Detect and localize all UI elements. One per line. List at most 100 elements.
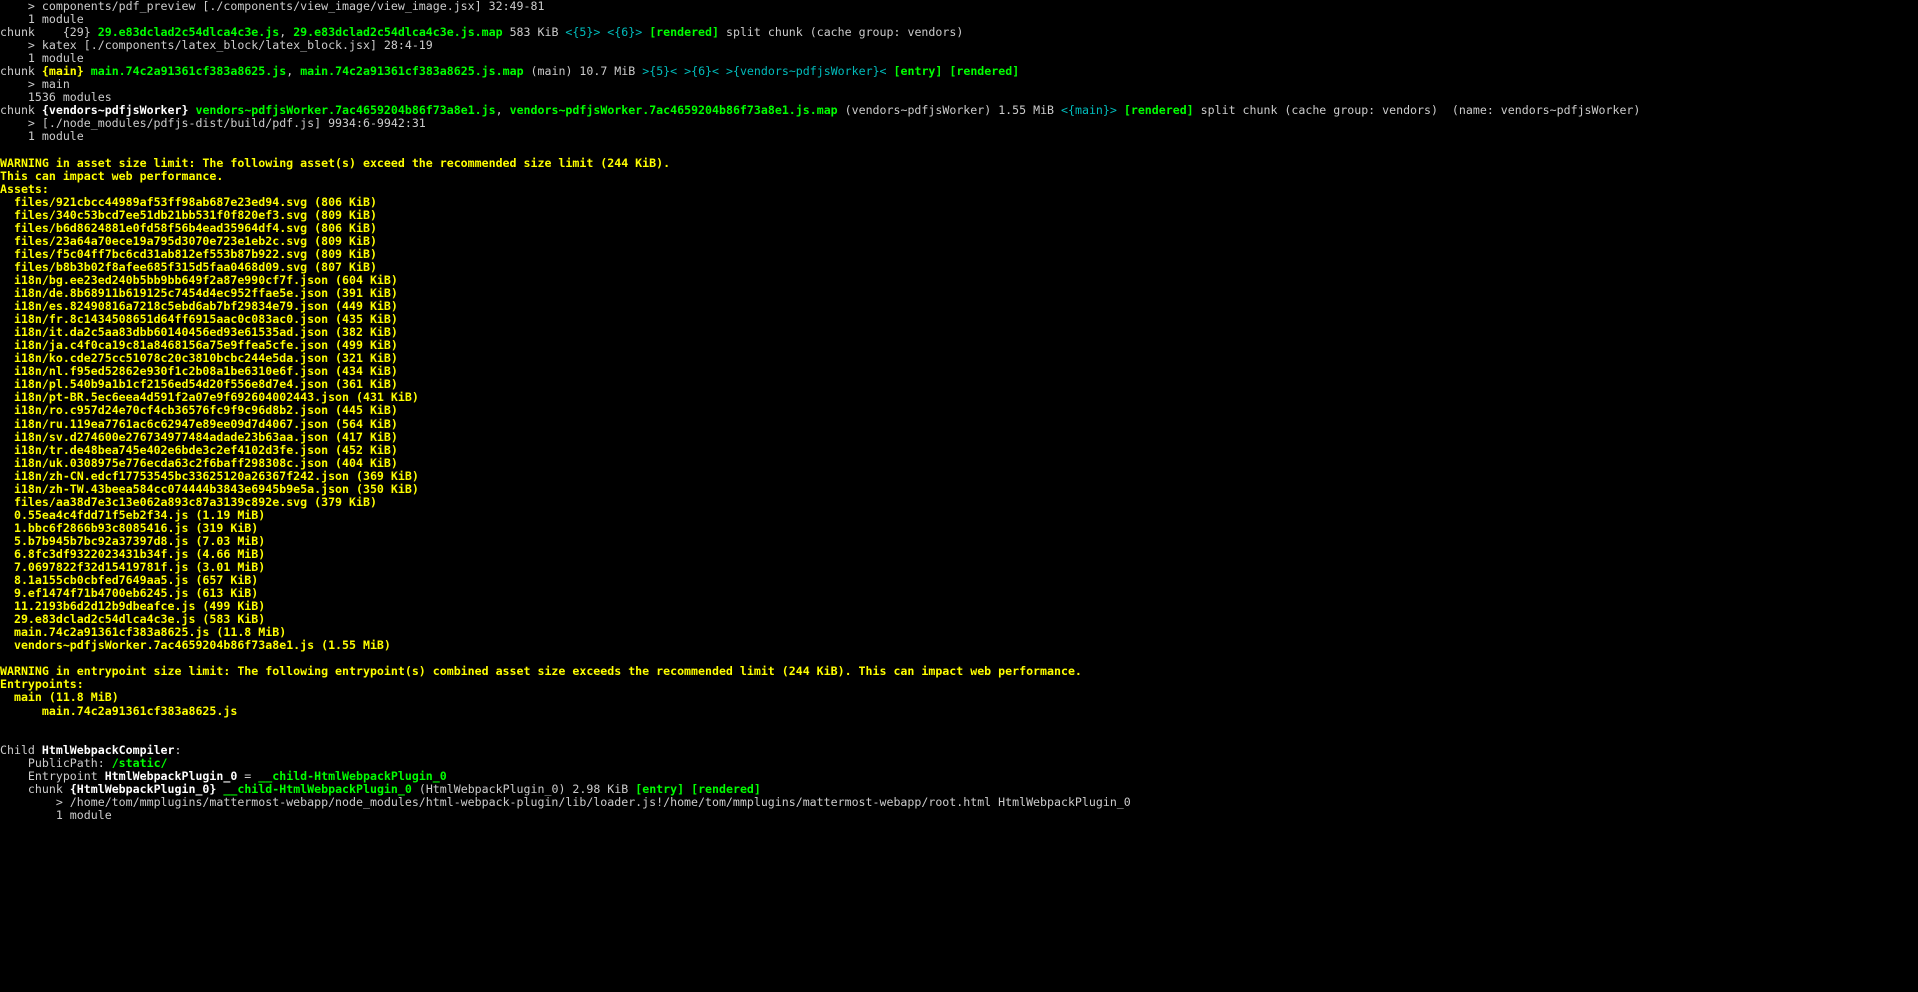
terminal-text-segment: {29} [34,25,98,40]
terminal-text-segment: chunk [0,103,42,118]
terminal-text-segment: >{5}< >{6}< >{vendors~pdfjsWorker}< [642,64,887,79]
terminal-text-segment: i18n/nl.f95ed52862e930f1c2b08a1be6310e6f… [13,364,398,379]
terminal-text-segment: (HtmlWebpackPlugin_0) 2.98 KiB [411,781,636,796]
terminal-text-segment: <{main}> [1061,103,1117,118]
terminal-text-segment: i18n/uk.0308975e776ecda63c2f6baff298308c… [13,455,398,470]
terminal-text-segment: files/b8b3b02f8afee685f315d5faa0468d09.s… [13,259,377,274]
terminal-text-segment: (vendors~pdfjsWorker) 1.55 MiB [837,103,1062,118]
terminal-text-segment: main.74c2a91361cf383a8625.js [90,64,287,79]
terminal-line: 0.55ea4c4fdd71f5eb2f34.js (1.19 MiB) [0,507,1918,522]
terminal-text-segment: chunk [27,781,70,796]
terminal-line: Child HtmlWebpackCompiler: [0,742,1918,757]
terminal-line: > /home/tom/mmplugins/mattermost-webapp/… [0,795,1918,809]
terminal-text-segment: 11.2193b6d2d12b9dbeafce.js (499 KiB) [13,599,266,614]
terminal-text-segment: > components/pdf_preview [./components/v… [27,0,545,13]
terminal-line: chunk {main} main.74c2a91361cf383a8625.j… [0,65,1918,78]
terminal-line: Entrypoints: [0,678,1918,691]
terminal-text-segment: files/921cbcc44989af53ff98ab687e23ed94.s… [13,194,377,209]
terminal-text-segment: HtmlWebpackPlugin_0 [104,768,238,783]
terminal-text-segment: i18n/zh-TW.43beea584cc074444b3843e6945b9… [13,481,419,496]
terminal-line: 5.b7b945b7bc92a37397d8.js (7.03 MiB) [0,534,1918,548]
terminal-line: 7.0697822f32d15419781f.js (3.01 MiB) [0,560,1918,575]
terminal-text-segment: Entrypoint [27,768,105,783]
terminal-text-segment: WARNING in asset size limit: The followi… [0,155,671,170]
terminal-text-segment: main.74c2a91361cf383a8625.js (11.8 MiB) [13,625,287,640]
terminal-text-segment: 9.ef1474f71b4700eb6245.js (613 KiB) [13,586,259,601]
terminal-text-segment: , [279,25,294,40]
terminal-text-segment: 1 module [55,807,112,822]
terminal-text-segment: > [./node_modules/pdfjs-dist/build/pdf.j… [27,116,426,131]
terminal-line: 6.8fc3df9322023431b34f.js (4.66 MiB) [0,546,1918,561]
terminal-text-segment: Child [0,742,42,757]
terminal-text-segment: files/b6d8624881e0fd58f56b4ead35964df4.s… [13,220,377,235]
terminal-text-segment: [rendered] [691,781,761,796]
terminal-text-segment: i18n/pl.540b9a1b1cf2156ed54d20f556e8d7e4… [13,377,398,392]
terminal-text-segment: main (11.8 MiB) [13,690,119,705]
terminal-text-segment: [entry] [635,781,685,796]
terminal-text-segment: , [495,103,510,118]
terminal-text-segment: WARNING in entrypoint size limit: The fo… [0,664,1082,679]
terminal-text-segment: 1 module [27,51,84,66]
terminal-text-segment: This can impact web performance. [0,168,224,183]
terminal-text-segment: /static/ [111,755,168,770]
terminal-text-segment: HtmlWebpackCompiler [41,742,175,757]
terminal-text-segment: files/f5c04ff7bc6cd31ab812ef553b87b922.s… [13,246,377,261]
terminal-window[interactable]: > components/pdf_preview [./components/v… [0,0,1918,992]
terminal-text-segment: [entry] [893,64,943,79]
terminal-text-segment: 1536 modules [27,90,112,105]
terminal-text-segment: i18n/fr.8c1434508651d64ff6915aac0c083ac0… [13,312,398,327]
terminal-line: files/aa38d7e3c13e062a893c87a3139c892e.s… [0,495,1918,509]
terminal-text-segment: main.74c2a91361cf383a8625.js [41,703,238,718]
terminal-text-segment: i18n/ro.c957d24e70cf4cb36576fc9f9c96d8b2… [13,403,398,418]
terminal-text-segment: 1 module [27,129,84,144]
terminal-scrollbar[interactable] [1914,0,1918,992]
terminal-line: main.74c2a91361cf383a8625.js [0,703,1918,718]
terminal-line: 1 module [0,807,1918,822]
terminal-text-segment: vendors~pdfjsWorker.7ac4659204b86f73a8e1… [509,103,838,118]
terminal-text-segment: [rendered] [1123,103,1194,118]
terminal-text-segment: 6.8fc3df9322023431b34f.js (4.66 MiB) [13,546,266,561]
terminal-text-segment: 0.55ea4c4fdd71f5eb2f34.js (1.19 MiB) [13,507,266,522]
terminal-text-segment: {vendors~pdfjsWorker} [41,103,189,118]
terminal-text-segment: [rendered] [949,64,1020,79]
terminal-text-segment: <{5}> <{6}> [565,25,643,40]
terminal-text-segment: 7.0697822f32d15419781f.js (3.01 MiB) [13,560,266,575]
terminal-line: WARNING in entrypoint size limit: The fo… [0,665,1918,678]
terminal-text-segment: main.74c2a91361cf383a8625.js.map [300,64,524,79]
terminal-line: vendors~pdfjsWorker.7ac4659204b86f73a8e1… [0,639,1918,652]
terminal-text-segment: 29.e83dclad2c54dlca4c3e.js (583 KiB) [13,612,266,627]
terminal-text-segment: vendors~pdfjsWorker.7ac4659204b86f73a8e1… [13,638,391,653]
terminal-text-segment: 8.1a155cb0cbfed7649aa5.js (657 KiB) [13,573,259,588]
terminal-text-segment: {main} [41,64,84,79]
terminal-text-segment: Entrypoints: [0,677,84,692]
terminal-line: 29.e83dclad2c54dlca4c3e.js (583 KiB) [0,613,1918,626]
terminal-text-segment: __child-HtmlWebpackPlugin_0 [258,768,447,783]
terminal-text-segment: > katex [./components/latex_block/latex_… [27,38,433,53]
